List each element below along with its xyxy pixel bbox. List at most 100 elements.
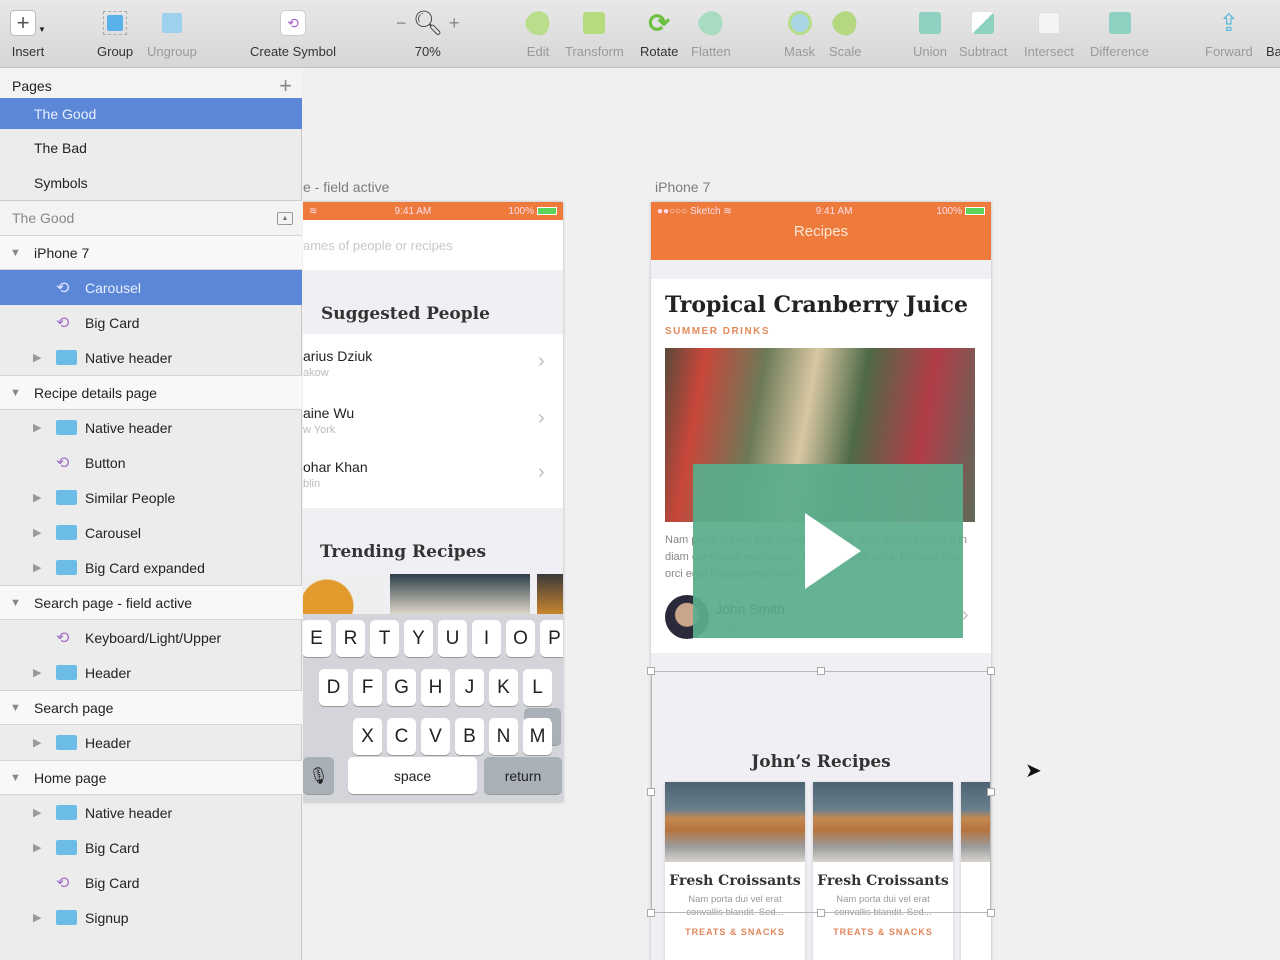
person-row[interactable]: arius Dziuk akow — [303, 348, 372, 379]
artboard-label-search[interactable]: e - field active — [303, 179, 389, 195]
insert-button[interactable]: + ▼ Insert — [10, 8, 46, 59]
resize-handle[interactable] — [817, 667, 825, 675]
forward-button[interactable]: ⇪ Forward — [1205, 8, 1253, 60]
key-y[interactable]: Y — [404, 620, 433, 657]
collapse-pages-icon[interactable]: ▲ — [277, 211, 293, 225]
mic-key[interactable]: 🎙︎ — [303, 757, 334, 794]
layer-item[interactable]: ▼ Home page — [0, 760, 302, 795]
layer-item[interactable]: ⟲ Big Card — [0, 865, 302, 900]
disclosure-closed-icon[interactable]: ▶ — [33, 736, 41, 749]
disclosure-open-icon[interactable]: ▼ — [10, 387, 21, 399]
canvas[interactable]: e - field active ≋ 9:41 AM 100% ames of … — [303, 68, 1280, 960]
layer-item[interactable]: ⟲ Keyboard/Light/Upper — [0, 620, 302, 655]
disclosure-closed-icon[interactable]: ▶ — [33, 421, 41, 434]
page-item-the-good[interactable]: The Good — [0, 98, 302, 129]
disclosure-closed-icon[interactable]: ▶ — [33, 666, 41, 679]
key-r[interactable]: R — [336, 620, 365, 657]
play-icon[interactable] — [805, 513, 861, 589]
layer-item[interactable]: ▼ iPhone 7 — [0, 235, 302, 270]
backward-button[interactable]: Ba — [1266, 8, 1280, 59]
difference-button[interactable]: Difference — [1090, 8, 1149, 59]
disclosure-closed-icon[interactable]: ▶ — [33, 561, 41, 574]
zoom-in-button[interactable]: + — [449, 13, 460, 34]
flatten-button[interactable]: Flatten — [691, 6, 731, 59]
resize-handle[interactable] — [647, 788, 655, 796]
layer-item[interactable]: ⟲ Carousel — [0, 270, 302, 305]
resize-handle[interactable] — [647, 909, 655, 917]
key-e[interactable]: E — [303, 620, 331, 657]
mask-button[interactable]: Mask — [784, 8, 815, 59]
zoom-out-button[interactable]: − — [396, 13, 407, 34]
key-m[interactable]: M — [523, 718, 552, 755]
key-b[interactable]: B — [455, 718, 484, 755]
scale-button[interactable]: Scale — [828, 6, 862, 59]
disclosure-closed-icon[interactable]: ▶ — [33, 491, 41, 504]
resize-handle[interactable] — [817, 909, 825, 917]
key-u[interactable]: U — [438, 620, 467, 657]
key-n[interactable]: N — [489, 718, 518, 755]
layer-item[interactable]: ▶ Big Card — [0, 830, 302, 865]
layer-item[interactable]: ▶ Native header — [0, 340, 302, 375]
key-x[interactable]: X — [353, 718, 382, 755]
union-button[interactable]: Union — [913, 8, 947, 59]
search-field[interactable]: ames of people or recipes — [303, 220, 563, 270]
disclosure-closed-icon[interactable]: ▶ — [33, 911, 41, 924]
key-k[interactable]: K — [489, 669, 518, 706]
transform-button[interactable]: Transform — [565, 8, 624, 59]
layer-item[interactable]: ▶ Header — [0, 725, 302, 760]
page-item-symbols[interactable]: Symbols — [0, 165, 302, 200]
page-item-the-bad[interactable]: The Bad — [0, 130, 302, 165]
add-page-button[interactable]: + — [279, 73, 292, 99]
key-o[interactable]: O — [506, 620, 535, 657]
recipe-thumb[interactable] — [303, 574, 383, 614]
key-h[interactable]: H — [421, 669, 450, 706]
disclosure-open-icon[interactable]: ▼ — [10, 772, 21, 784]
key-l[interactable]: L — [523, 669, 552, 706]
disclosure-open-icon[interactable]: ▼ — [10, 702, 21, 714]
resize-handle[interactable] — [987, 667, 995, 675]
recipe-thumb[interactable] — [390, 574, 530, 614]
recipe-thumb[interactable] — [537, 574, 563, 614]
artboard-label-iphone7[interactable]: iPhone 7 — [655, 179, 710, 195]
resize-handle[interactable] — [647, 667, 655, 675]
key-i[interactable]: I — [472, 620, 501, 657]
key-g[interactable]: G — [387, 669, 416, 706]
layer-item[interactable]: ▶ Similar People — [0, 480, 302, 515]
key-v[interactable]: V — [421, 718, 450, 755]
layer-item[interactable]: ▼ Search page — [0, 690, 302, 725]
create-symbol-button[interactable]: ⟲ Create Symbol — [250, 8, 336, 59]
disclosure-closed-icon[interactable]: ▶ — [33, 806, 41, 819]
key-t[interactable]: T — [370, 620, 399, 657]
key-c[interactable]: C — [387, 718, 416, 755]
disclosure-open-icon[interactable]: ▼ — [10, 597, 21, 609]
intersect-button[interactable]: Intersect — [1024, 8, 1074, 59]
space-key[interactable]: space — [348, 757, 477, 794]
disclosure-closed-icon[interactable]: ▶ — [33, 841, 41, 854]
ungroup-button[interactable]: Ungroup — [147, 8, 197, 59]
disclosure-open-icon[interactable]: ▼ — [10, 247, 21, 259]
layer-item[interactable]: ▼ Recipe details page — [0, 375, 302, 410]
artboard-search-page[interactable]: ≋ 9:41 AM 100% ames of people or recipes… — [303, 202, 563, 802]
layer-item[interactable]: ▼ Search page - field active — [0, 585, 302, 620]
layer-item[interactable]: ▶ Carousel — [0, 515, 302, 550]
subtract-button[interactable]: Subtract — [959, 8, 1007, 59]
layer-item[interactable]: ▶ Signup — [0, 900, 302, 935]
resize-handle[interactable] — [987, 909, 995, 917]
edit-button[interactable]: Edit — [521, 6, 555, 59]
key-p[interactable]: P — [540, 620, 563, 657]
layer-item[interactable]: ▶ Native header — [0, 410, 302, 445]
layer-item[interactable]: ⟲ Big Card — [0, 305, 302, 340]
layer-item[interactable]: ⟲ Button — [0, 445, 302, 480]
layer-item[interactable]: ▶ Header — [0, 655, 302, 690]
key-j[interactable]: J — [455, 669, 484, 706]
disclosure-closed-icon[interactable]: ▶ — [33, 351, 41, 364]
zoom-control[interactable]: − 🔍︎ + 70% — [396, 8, 460, 60]
person-row[interactable]: aine Wu w York — [303, 405, 354, 436]
layer-item[interactable]: ▶ Native header — [0, 795, 302, 830]
video-overlay[interactable] — [693, 464, 963, 638]
rotate-button[interactable]: ⟳ Rotate — [640, 8, 678, 60]
key-f[interactable]: F — [353, 669, 382, 706]
group-button[interactable]: Group — [97, 8, 133, 59]
person-row[interactable]: ohar Khan blin — [303, 459, 368, 490]
return-key[interactable]: return — [484, 757, 562, 794]
